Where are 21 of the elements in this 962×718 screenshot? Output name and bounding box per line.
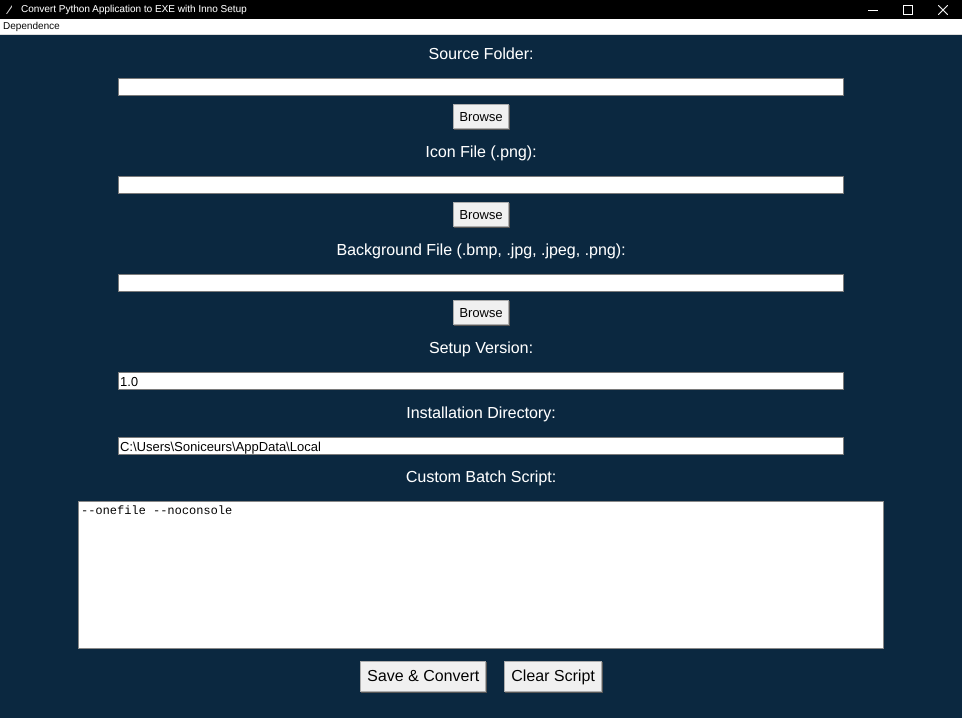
field-label: Background File (.bmp, .jpg, .jpeg, .png): bbox=[336, 241, 626, 261]
script-editor[interactable]: --onefile --noconsole bbox=[78, 501, 884, 649]
field-label: Setup Version: bbox=[428, 339, 534, 359]
browse-button[interactable]: Browse bbox=[453, 104, 509, 129]
action-button[interactable]: Save & Convert bbox=[360, 661, 486, 692]
input-field[interactable] bbox=[118, 274, 844, 292]
input-field[interactable] bbox=[118, 78, 844, 96]
maximize-icon[interactable] bbox=[903, 4, 913, 14]
input-field[interactable]: C:\Users\Soniceurs\AppData\Local bbox=[118, 437, 844, 455]
input-field[interactable] bbox=[118, 176, 844, 194]
browse-button[interactable]: Browse bbox=[453, 202, 509, 227]
menu-item[interactable]: Dependence bbox=[3, 19, 60, 34]
window-title: Convert Python Application to EXE with Inno Setup bbox=[21, 3, 247, 17]
browse-button[interactable]: Browse bbox=[453, 300, 509, 325]
field-label: Source Folder: bbox=[428, 45, 534, 65]
field-label: Installation Directory: bbox=[406, 404, 556, 424]
input-field[interactable]: 1.0 bbox=[118, 372, 844, 390]
action-button[interactable]: Clear Script bbox=[504, 661, 602, 692]
field-label: Icon File (.png): bbox=[425, 143, 537, 163]
close-icon[interactable] bbox=[938, 4, 948, 14]
script-label: Custom Batch Script: bbox=[406, 468, 556, 488]
